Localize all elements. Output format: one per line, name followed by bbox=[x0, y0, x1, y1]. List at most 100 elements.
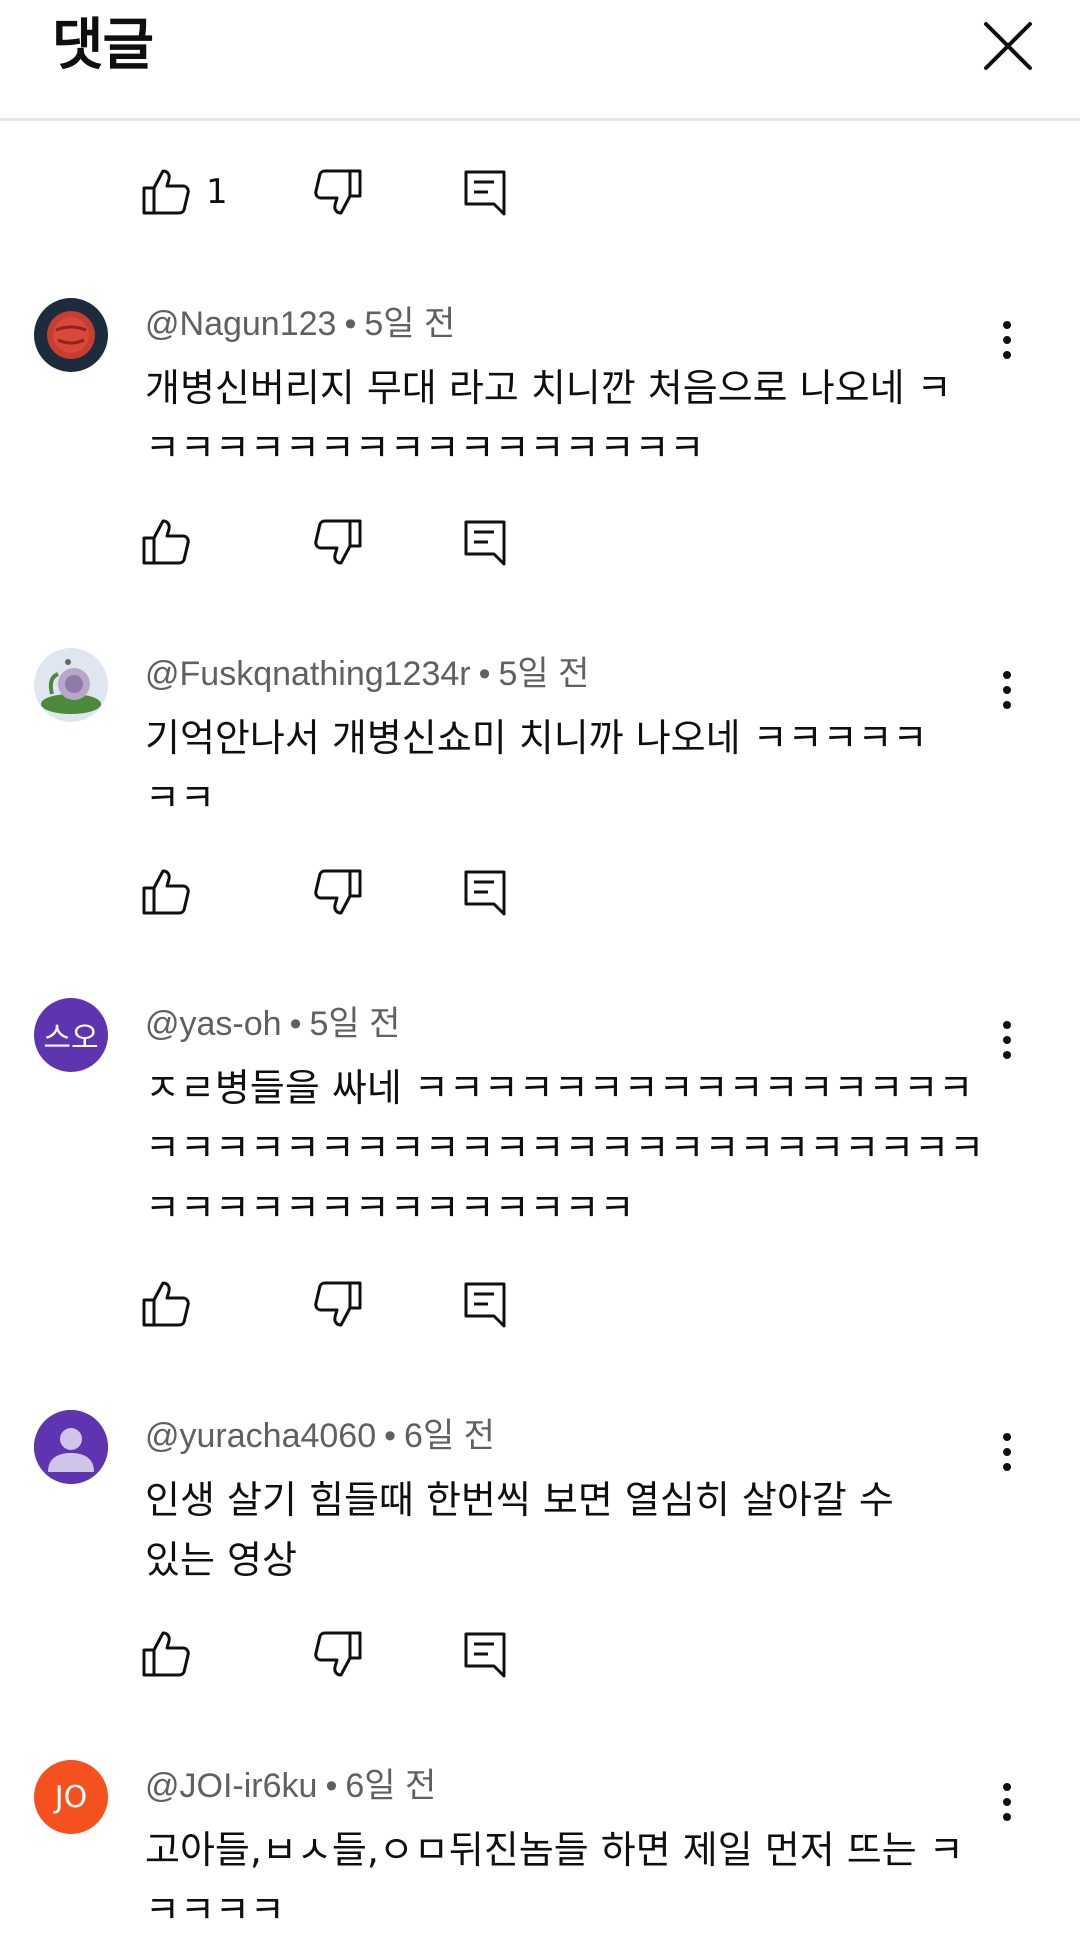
comment-line: ㅈㄹ병들을 싸네 ㅋㅋㅋㅋㅋㅋㅋㅋㅋㅋㅋㅋㅋㅋㅋㅋ bbox=[145, 1066, 974, 1110]
more-vert-icon-dot bbox=[1003, 686, 1011, 694]
more-options-button[interactable] bbox=[990, 1010, 1024, 1070]
dislike-button[interactable] bbox=[312, 162, 364, 222]
like-count: 1 bbox=[206, 172, 228, 212]
comment-line: ㅋㅋㅋㅋㅋㅋㅋㅋㅋㅋㅋㅋㅋㅋㅋㅋㅋㅋㅋㅋㅋㅋㅋㅋ bbox=[145, 1126, 985, 1170]
thumbs-down-icon bbox=[314, 1281, 362, 1327]
comment-meta: @yuracha4060 • 6일 전 bbox=[145, 1417, 495, 1455]
thumbs-up-icon bbox=[142, 1281, 190, 1327]
comment-line: ㅋㅋㅋㅋㅋㅋㅋㅋㅋㅋㅋㅋㅋㅋ bbox=[145, 1186, 635, 1230]
more-vert-icon bbox=[1003, 1433, 1011, 1441]
comment-text: 고아들,ㅂㅅ들,ㅇㅁ뒤진놈들 하면 제일 먼저 뜨는 ㅋ ㅋㅋㅋㅋ bbox=[145, 1820, 1005, 1940]
reply-button[interactable] bbox=[460, 1274, 512, 1334]
reply-button[interactable] bbox=[460, 862, 512, 922]
comment-text: 개병신버리지 무대 라고 치니깐 처음으로 나오네 ㅋ ㅋㅋㅋㅋㅋㅋㅋㅋㅋㅋㅋㅋ… bbox=[145, 358, 1005, 478]
like-button[interactable]: 1 bbox=[140, 162, 228, 222]
comment-text: 기억안나서 개병신쇼미 치니까 나오네 ㅋㅋㅋㅋㅋ ㅋㅋ bbox=[145, 708, 1005, 828]
more-vert-icon-dot bbox=[1003, 1448, 1011, 1456]
more-vert-icon bbox=[1003, 1783, 1011, 1791]
more-vert-icon-dot bbox=[1003, 1051, 1011, 1059]
comment-meta: @Fuskqnathing1234r • 5일 전 bbox=[145, 655, 590, 693]
comment-line: 기억안나서 개병신쇼미 치니까 나오네 ㅋㅋㅋㅋㅋ bbox=[145, 716, 928, 760]
reply-icon bbox=[464, 1632, 506, 1678]
dislike-button[interactable] bbox=[312, 862, 364, 922]
more-vert-icon-dot bbox=[1003, 1798, 1011, 1806]
comment-actions bbox=[140, 862, 540, 922]
dislike-button[interactable] bbox=[312, 1274, 364, 1334]
comment-line: 있는 영상 bbox=[145, 1538, 297, 1582]
comment-author[interactable]: @Fuskqnathing1234r bbox=[145, 655, 471, 693]
more-options-button[interactable] bbox=[990, 660, 1024, 720]
like-button[interactable] bbox=[140, 862, 192, 922]
comment-line: 인생 살기 힘들때 한번씩 보면 열심히 살아갈 수 bbox=[145, 1478, 894, 1522]
reply-button[interactable] bbox=[460, 512, 512, 572]
close-icon bbox=[984, 22, 1032, 70]
snail-avatar-icon bbox=[34, 648, 108, 722]
more-vert-icon bbox=[1003, 1021, 1011, 1029]
more-vert-icon-dot bbox=[1003, 351, 1011, 359]
more-vert-icon-dot bbox=[1003, 336, 1011, 344]
avatar[interactable] bbox=[34, 648, 108, 722]
comment-actions: 1 bbox=[140, 162, 540, 222]
comments-header: 댓글 bbox=[0, 0, 1080, 121]
reply-button[interactable] bbox=[460, 1624, 512, 1684]
thumbs-up-icon bbox=[142, 869, 190, 915]
like-button[interactable] bbox=[140, 512, 192, 572]
comment-line: ㅋㅋㅋㅋㅋㅋㅋㅋㅋㅋㅋㅋㅋㅋㅋㅋ bbox=[145, 426, 705, 470]
comment-line: ㅋㅋ bbox=[145, 776, 215, 820]
comment-time: 5일 전 bbox=[364, 305, 456, 343]
person-avatar-icon bbox=[34, 1410, 108, 1484]
avatar-initials: 스오 bbox=[43, 1021, 99, 1056]
comment-time: 5일 전 bbox=[498, 655, 590, 693]
thumbs-down-icon bbox=[314, 869, 362, 915]
dislike-button[interactable] bbox=[312, 1624, 364, 1684]
dislike-button[interactable] bbox=[312, 512, 364, 572]
reply-icon bbox=[464, 520, 506, 566]
avatar[interactable] bbox=[34, 1410, 108, 1484]
comment-meta: @Nagun123 • 5일 전 bbox=[145, 305, 456, 343]
reply-button[interactable] bbox=[460, 162, 512, 222]
thumbs-down-icon bbox=[314, 1631, 362, 1677]
reply-icon bbox=[464, 170, 506, 216]
comment-text: 인생 살기 힘들때 한번씩 보면 열심히 살아갈 수 있는 영상 bbox=[145, 1470, 1005, 1590]
more-options-button[interactable] bbox=[990, 310, 1024, 370]
comment-actions bbox=[140, 1624, 540, 1684]
thumbs-up-icon bbox=[142, 169, 190, 215]
avatar[interactable]: JO bbox=[34, 1760, 108, 1834]
avatar[interactable]: 스오 bbox=[34, 998, 108, 1072]
comment-actions bbox=[140, 1274, 540, 1334]
comment-line: 개병신버리지 무대 라고 치니깐 처음으로 나오네 ㅋ bbox=[145, 366, 952, 410]
more-vert-icon-dot bbox=[1003, 701, 1011, 709]
comment-line: 고아들,ㅂㅅ들,ㅇㅁ뒤진놈들 하면 제일 먼저 뜨는 ㅋ bbox=[145, 1828, 964, 1872]
red-planet-avatar-icon bbox=[34, 298, 108, 372]
more-options-button[interactable] bbox=[990, 1422, 1024, 1482]
comment-actions bbox=[140, 512, 540, 572]
more-options-button[interactable] bbox=[990, 1772, 1024, 1832]
thumbs-up-icon bbox=[142, 1631, 190, 1677]
more-vert-icon bbox=[1003, 321, 1011, 329]
comment-author[interactable]: @JOI-ir6ku bbox=[145, 1767, 317, 1805]
comment-meta: @JOI-ir6ku • 6일 전 bbox=[145, 1767, 437, 1805]
comment-line: ㅋㅋㅋㅋ bbox=[145, 1888, 285, 1932]
comment-text: ㅈㄹ병들을 싸네 ㅋㅋㅋㅋㅋㅋㅋㅋㅋㅋㅋㅋㅋㅋㅋㅋ ㅋㅋㅋㅋㅋㅋㅋㅋㅋㅋㅋㅋㅋㅋ… bbox=[145, 1058, 1005, 1238]
thumbs-up-icon bbox=[142, 519, 190, 565]
more-vert-icon-dot bbox=[1003, 1036, 1011, 1044]
comment-time: 6일 전 bbox=[404, 1417, 495, 1455]
comment-author[interactable]: @yuracha4060 bbox=[145, 1417, 376, 1455]
thumbs-down-icon bbox=[314, 519, 362, 565]
reply-icon bbox=[464, 1282, 506, 1328]
close-button[interactable] bbox=[978, 16, 1038, 76]
avatar-initials: JO bbox=[54, 1779, 88, 1815]
comment-author[interactable]: @yas-oh bbox=[145, 1005, 282, 1043]
comment-meta: @yas-oh • 5일 전 bbox=[145, 1005, 401, 1043]
thumbs-down-icon bbox=[314, 169, 362, 215]
like-button[interactable] bbox=[140, 1274, 192, 1334]
comment-time: 6일 전 bbox=[345, 1767, 437, 1805]
more-vert-icon bbox=[1003, 671, 1011, 679]
comment-time: 5일 전 bbox=[309, 1005, 401, 1043]
like-button[interactable] bbox=[140, 1624, 192, 1684]
page-title: 댓글 bbox=[52, 13, 154, 78]
more-vert-icon-dot bbox=[1003, 1463, 1011, 1471]
avatar[interactable] bbox=[34, 298, 108, 372]
reply-icon bbox=[464, 870, 506, 916]
comment-author[interactable]: @Nagun123 bbox=[145, 305, 336, 343]
